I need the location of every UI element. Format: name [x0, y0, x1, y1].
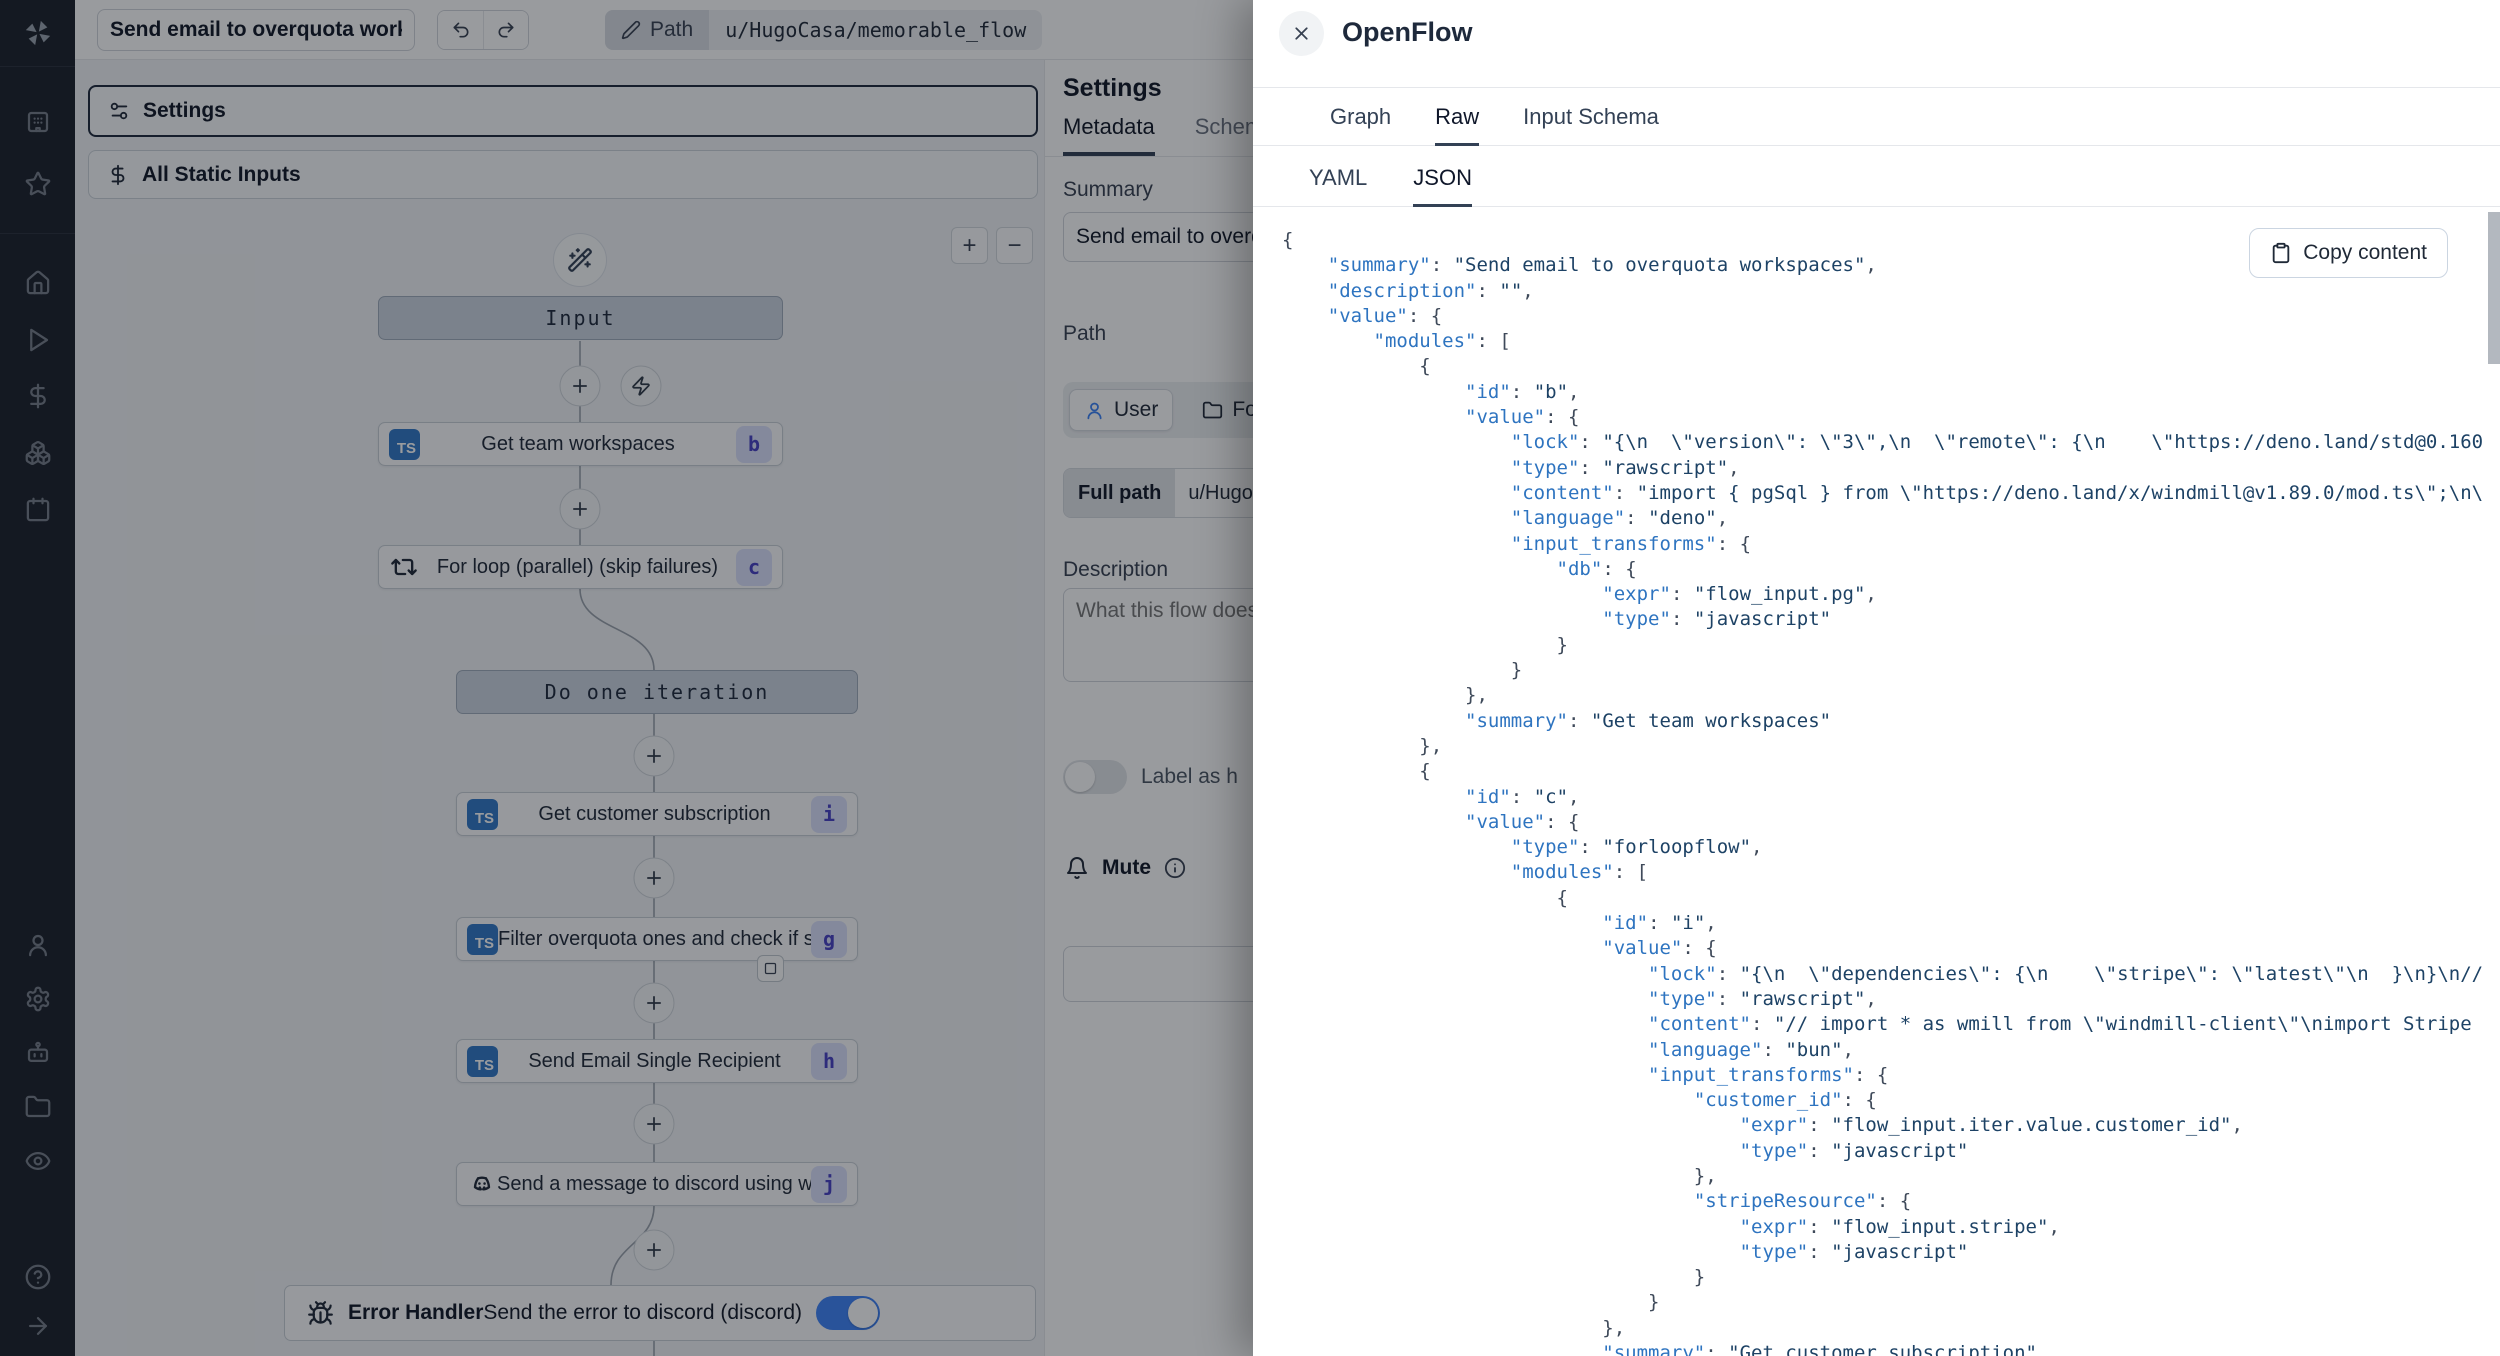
clipboard-icon: [2270, 242, 2292, 264]
drawer-header: OpenFlow: [1253, 0, 2500, 88]
copy-content-label: Copy content: [2303, 241, 2427, 265]
drawer-title: OpenFlow: [1342, 17, 1473, 48]
drawer-tabs: Graph Raw Input Schema: [1253, 88, 2500, 146]
drawer-backdrop[interactable]: [0, 0, 1253, 1356]
drawer-scrollbar-thumb[interactable]: [2488, 212, 2500, 364]
format-tabs: YAML JSON: [1253, 142, 2500, 207]
drawer-tab-graph[interactable]: Graph: [1330, 104, 1391, 146]
drawer-tab-input-schema[interactable]: Input Schema: [1523, 104, 1659, 146]
json-code-viewer[interactable]: { "summary": "Send email to overquota wo…: [1282, 228, 2483, 1356]
drawer-tab-raw[interactable]: Raw: [1435, 104, 1479, 146]
windmill-flow-editor: Path u/HugoCasa/memorable_flow Settings: [0, 0, 2500, 1356]
close-icon: [1291, 23, 1312, 44]
openflow-drawer: OpenFlow Graph Raw Input Schema YAML JSON C…: [1253, 0, 2500, 1356]
format-tab-json[interactable]: JSON: [1413, 165, 1472, 207]
format-tab-yaml[interactable]: YAML: [1309, 165, 1367, 207]
close-drawer-button[interactable]: [1279, 11, 1324, 56]
copy-content-button[interactable]: Copy content: [2249, 228, 2448, 278]
